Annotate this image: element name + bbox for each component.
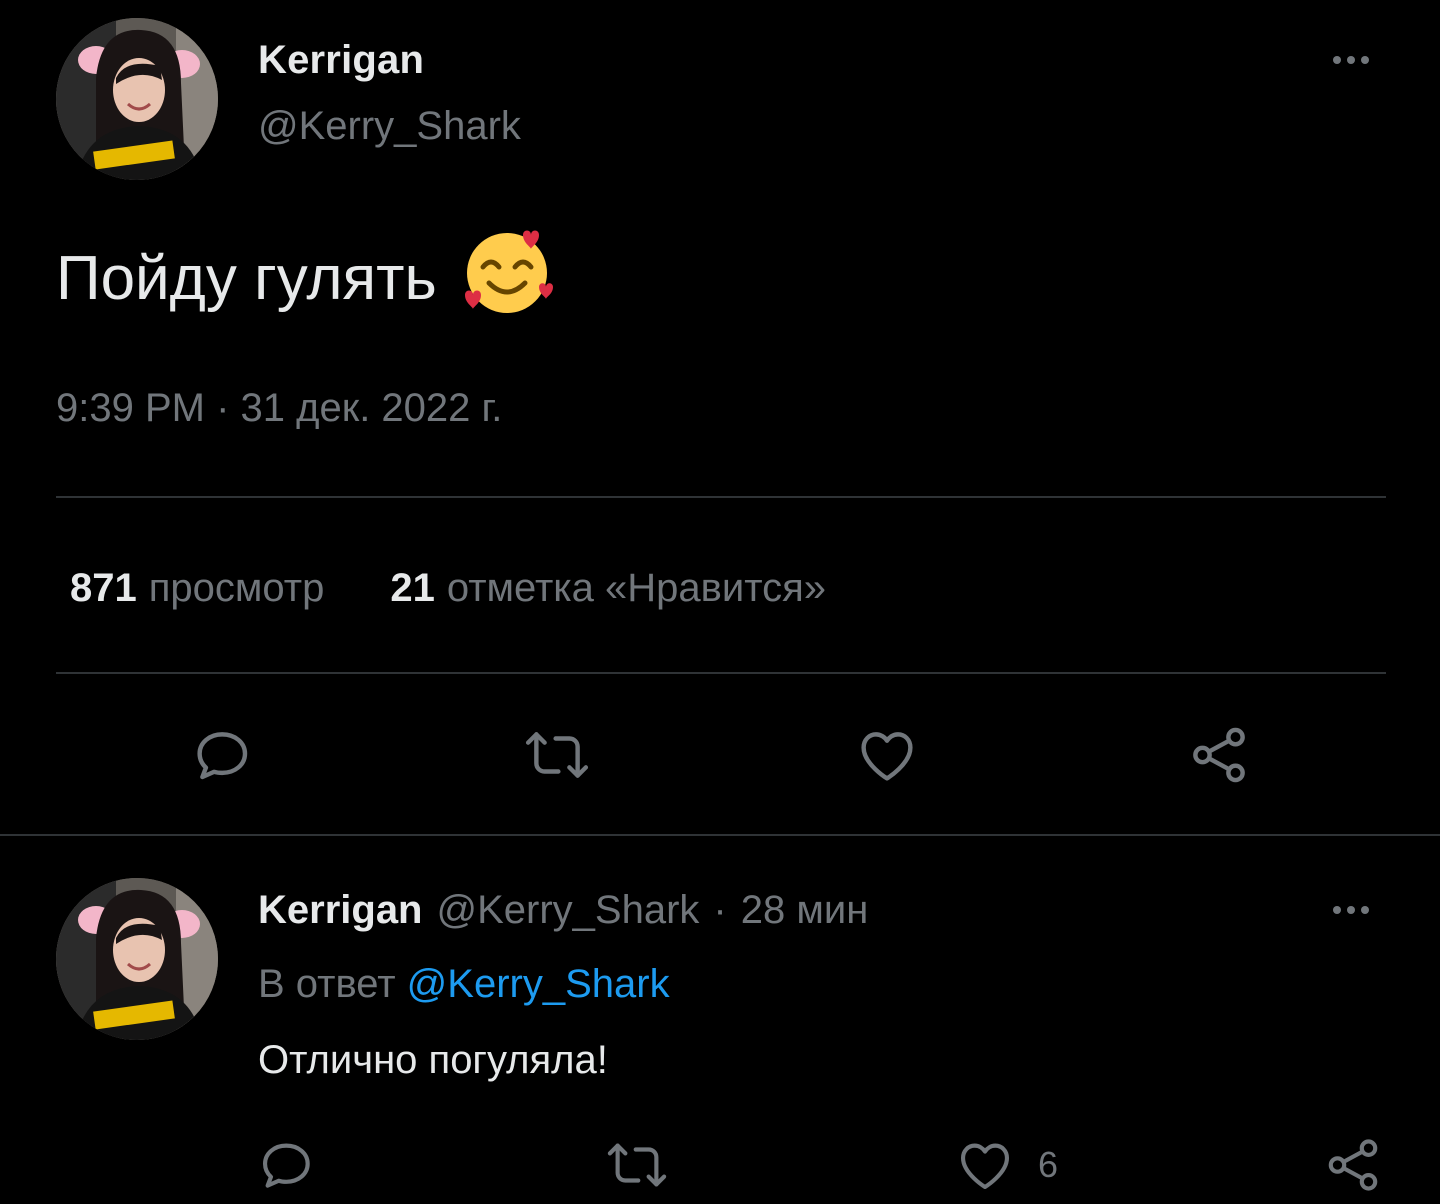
dot-icon <box>1333 906 1341 914</box>
more-options-button[interactable] <box>1333 56 1369 64</box>
share-button[interactable] <box>1186 722 1252 788</box>
smiling-face-with-hearts-icon <box>459 223 555 334</box>
dot-icon <box>1347 906 1355 914</box>
replying-to-line: В ответ @Kerry_Shark <box>258 962 670 1007</box>
author-handle[interactable]: @Kerry_Shark <box>258 104 521 149</box>
retweet-button[interactable] <box>522 722 592 788</box>
reply-time[interactable]: 28 мин <box>741 888 869 933</box>
reply-icon <box>197 732 248 780</box>
reply-author-avatar[interactable] <box>56 878 218 1040</box>
reply-text: Отлично погуляла! <box>258 1038 608 1082</box>
reply-header: Kerrigan @Kerry_Shark · 28 мин <box>258 888 868 933</box>
reply-like-button[interactable]: 6 <box>954 1134 1058 1196</box>
reply-icon <box>262 1143 310 1188</box>
author-name[interactable]: Kerrigan <box>258 38 424 83</box>
dot-icon <box>1347 56 1355 64</box>
likes-count: 21 <box>390 566 435 610</box>
views-label: просмотр <box>148 566 325 610</box>
heart-icon <box>960 1143 1010 1190</box>
retweet-icon <box>607 1143 667 1187</box>
reply-reply-button[interactable] <box>256 1134 318 1196</box>
author-avatar[interactable] <box>56 18 218 180</box>
tweet-text: Пойду гулять <box>56 230 555 326</box>
tweet-timestamp[interactable]: 9:39 PM · 31 дек. 2022 г. <box>56 386 502 431</box>
separator-dot: · <box>713 888 727 932</box>
reply-likes-count: 6 <box>1038 1144 1059 1185</box>
avatar-image <box>56 878 218 1040</box>
replying-to-mention[interactable]: @Kerry_Shark <box>407 962 670 1006</box>
avatar-image <box>56 18 218 180</box>
section-divider <box>0 834 1440 836</box>
reply-author-name[interactable]: Kerrigan <box>258 888 423 933</box>
divider <box>56 672 1386 674</box>
dot-icon <box>1361 906 1369 914</box>
views-count: 871 <box>70 566 137 610</box>
reply-button[interactable] <box>190 722 256 788</box>
share-icon <box>1193 727 1245 783</box>
reply-retweet-button[interactable] <box>604 1134 670 1196</box>
reply-more-options-button[interactable] <box>1333 906 1369 914</box>
dot-icon <box>1333 56 1341 64</box>
tweet-stats: 871 просмотр 21 отметка «Нравится» <box>70 566 826 611</box>
likes-stat[interactable]: 21 отметка «Нравится» <box>390 566 826 611</box>
like-button[interactable] <box>854 722 920 788</box>
retweet-icon <box>525 732 589 778</box>
dot-icon <box>1361 56 1369 64</box>
reply-share-button[interactable] <box>1322 1134 1384 1196</box>
divider <box>56 496 1386 498</box>
likes-label: отметка «Нравится» <box>446 566 827 610</box>
replying-prefix: В ответ <box>258 962 396 1006</box>
views-stat[interactable]: 871 просмотр <box>70 566 324 611</box>
share-icon <box>1328 1139 1378 1191</box>
tweet-text-content: Пойду гулять <box>56 243 437 313</box>
heart-icon <box>861 732 913 781</box>
reply-author-handle[interactable]: @Kerry_Shark <box>437 888 700 933</box>
